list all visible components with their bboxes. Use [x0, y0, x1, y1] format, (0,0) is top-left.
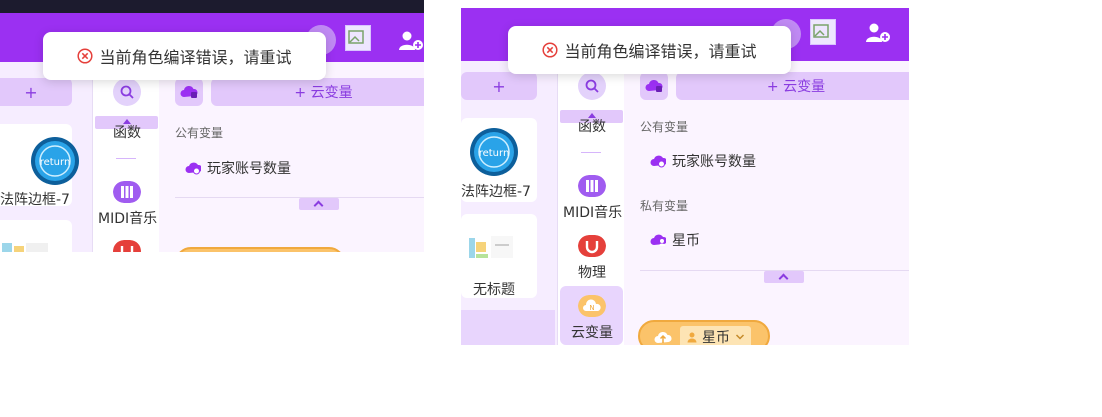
variable-panel: + 云变量 公有变量 玩家账号数量: [159, 62, 424, 252]
editor-panel-right: + return 法阵边框-7 无标题 函数 MIDI音乐 物理 N 云变量 +…: [461, 8, 909, 345]
sprite-list: + return 法阵边框-7: [0, 62, 92, 252]
category-search-button[interactable]: [113, 78, 141, 106]
error-toast: 当前角色编译错误，请重试: [43, 32, 326, 80]
cloud-upload-icon: [654, 331, 672, 343]
cloud-variable-pill[interactable]: 星币: [638, 320, 770, 345]
physics-magnet-icon[interactable]: [113, 240, 141, 252]
svg-text:return: return: [40, 157, 71, 168]
category-label-midi: MIDI音乐: [98, 211, 158, 227]
svg-text:return: return: [479, 148, 510, 159]
sprite-name: 无标题: [473, 282, 515, 298]
chevron-down-icon: [735, 334, 745, 340]
cloud-variable-pill[interactable]: [175, 247, 345, 252]
avatar-broken-image-icon[interactable]: [345, 25, 371, 51]
editor-panel-left: + return 法阵边框-7 函数 MIDI音乐 + 云变量 公有变量 玩家账…: [0, 0, 424, 252]
category-search-button[interactable]: [578, 72, 606, 100]
variable-panel: + 云变量 公有变量 玩家账号数量 私有变量 星币 星币: [624, 61, 909, 345]
error-toast: 当前角色编译错误，请重试: [508, 26, 791, 74]
cloud-user-icon: [650, 234, 666, 246]
add-user-icon[interactable]: [865, 22, 891, 44]
physics-magnet-icon[interactable]: [578, 235, 606, 257]
sprite-card[interactable]: 无标题: [461, 214, 537, 298]
variable-item[interactable]: 星币: [650, 230, 700, 250]
public-variables-title: 公有变量: [640, 120, 689, 134]
cloud-n-icon[interactable]: N: [578, 295, 606, 317]
add-user-icon[interactable]: [398, 30, 424, 52]
add-cloud-variable-button[interactable]: + 云变量: [211, 78, 424, 106]
cloud-lock-button[interactable]: [175, 78, 203, 106]
sprite-card[interactable]: return 法阵边框-7: [0, 124, 79, 208]
search-icon: [120, 85, 134, 99]
cloud-lock-icon: [645, 79, 663, 92]
variable-item[interactable]: 玩家账号数量: [650, 151, 756, 171]
add-sprite-button[interactable]: +: [461, 72, 537, 100]
sprite-name: 法阵边框-7: [0, 192, 70, 208]
cloud-variable-select[interactable]: 星币: [680, 326, 751, 345]
add-cloud-variable-button[interactable]: + 云变量: [676, 72, 909, 100]
category-divider: [116, 158, 136, 159]
category-label-function: 函数: [578, 119, 606, 135]
return-icon: return: [31, 137, 79, 185]
category-label-function: 函数: [113, 125, 141, 141]
sprite-list: + return 法阵边框-7 无标题: [461, 61, 557, 345]
category-divider: [581, 152, 601, 153]
private-variables-title: 私有变量: [640, 199, 689, 213]
cloud-lock-icon: [180, 85, 198, 98]
variable-item[interactable]: 玩家账号数量: [185, 158, 291, 178]
sprite-name: 法阵边框-7: [461, 184, 531, 200]
public-variables-title: 公有变量: [175, 126, 224, 140]
sprite-list-footer: [461, 310, 555, 345]
collapse-up-button[interactable]: [764, 271, 804, 283]
top-dark-strip: [0, 0, 424, 13]
svg-text:N: N: [589, 304, 594, 312]
add-sprite-button[interactable]: +: [0, 78, 72, 106]
category-label-cloud: 云变量: [571, 325, 613, 341]
return-icon: return: [470, 128, 518, 176]
search-icon: [585, 79, 599, 93]
cloud-variable-icon: [185, 162, 201, 175]
category-label-midi: MIDI音乐: [563, 205, 623, 221]
category-label-physics: 物理: [578, 265, 606, 281]
category-list: 函数 MIDI音乐: [92, 62, 161, 252]
sprite-thumbnail-image: [2, 243, 48, 252]
error-circle-icon: [542, 42, 559, 58]
sprite-thumbnail-image: [469, 236, 513, 258]
user-icon: [687, 332, 697, 343]
category-list: 函数 MIDI音乐 物理 N 云变量: [557, 61, 626, 345]
sprite-card[interactable]: [0, 220, 72, 252]
avatar-broken-image-icon[interactable]: [810, 19, 836, 45]
collapse-up-button[interactable]: [299, 198, 339, 210]
midi-piano-icon[interactable]: [578, 175, 606, 197]
cloud-lock-button[interactable]: [640, 72, 668, 100]
cloud-variable-icon: [650, 155, 666, 168]
midi-piano-icon[interactable]: [113, 181, 141, 203]
error-circle-icon: [77, 48, 94, 64]
sprite-card[interactable]: return 法阵边框-7: [461, 118, 537, 202]
